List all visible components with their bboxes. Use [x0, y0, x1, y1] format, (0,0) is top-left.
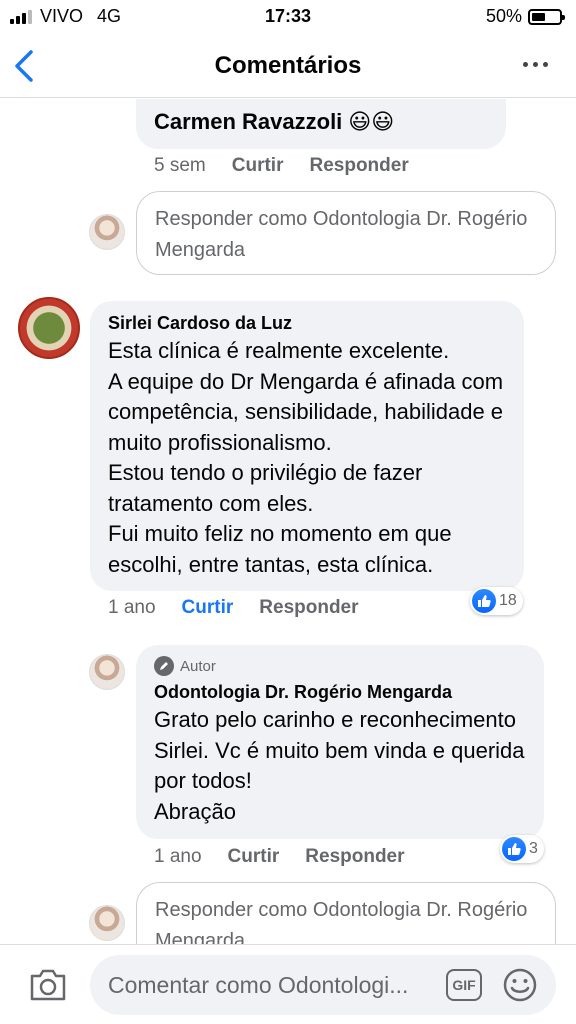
- comment-input[interactable]: Comentar como Odontologi... GIF: [90, 955, 556, 1015]
- commenter-name[interactable]: Odontologia Dr. Rogério Mengarda: [154, 682, 538, 703]
- reaction-count-badge[interactable]: 18: [470, 587, 523, 615]
- gif-icon[interactable]: GIF: [446, 969, 482, 1001]
- avatar[interactable]: [89, 214, 125, 250]
- comment-actions-carmen: 5 sem Curtir Responder: [154, 155, 409, 177]
- reaction-count: 3: [529, 840, 538, 857]
- comment-actions-sirlei: 1 ano Curtir Responder: [108, 597, 359, 619]
- reply-button[interactable]: Responder: [305, 846, 404, 868]
- smile-icon[interactable]: [502, 967, 538, 1003]
- thumbs-up-icon: [472, 589, 496, 613]
- pencil-icon: [154, 656, 174, 676]
- camera-icon[interactable]: [28, 967, 68, 1003]
- battery-icon: [528, 8, 565, 25]
- thumbs-up-icon: [502, 837, 526, 861]
- battery-percent: 50%: [485, 6, 522, 26]
- page-title: Comentários: [214, 52, 362, 79]
- reply-input[interactable]: Responder como Odontologia Dr. Rogério M…: [136, 191, 556, 275]
- comment-time: 1 ano: [108, 597, 156, 618]
- like-button[interactable]: Curtir: [182, 597, 234, 619]
- reply-input-placeholder: Responder como Odontologia Dr. Rogério M…: [155, 208, 528, 261]
- avatar[interactable]: [89, 654, 125, 690]
- avatar[interactable]: [89, 905, 125, 941]
- comment-input-placeholder: Comentar como Odontologi...: [108, 972, 409, 998]
- comment-text: Grato pelo carinho e reconhecimento Sirl…: [154, 707, 525, 824]
- header: Comentários: [0, 34, 576, 98]
- reply-button[interactable]: Responder: [259, 597, 358, 619]
- comment-composer: Comentar como Odontologi... GIF: [0, 944, 576, 1024]
- commenter-name[interactable]: Sirlei Cardoso da Luz: [108, 313, 518, 334]
- author-badge: Autor: [154, 656, 538, 676]
- status-right: 50%: [485, 6, 565, 27]
- reply-bubble-odonto: Autor Odontologia Dr. Rogério Mengarda G…: [136, 645, 544, 839]
- comment-bubble-carmen: Carmen Ravazzoli 😃😃: [136, 99, 506, 149]
- comment-text: Esta clínica é realmente excelente. A eq…: [108, 338, 504, 577]
- like-button[interactable]: Curtir: [228, 846, 280, 868]
- reply-input-placeholder: Responder como Odontologia Dr. Rogério M…: [155, 899, 528, 944]
- more-horizontal-icon[interactable]: [523, 62, 548, 67]
- reaction-count: 18: [499, 592, 517, 609]
- reaction-count-badge[interactable]: 3: [500, 835, 544, 863]
- like-button[interactable]: Curtir: [232, 155, 284, 177]
- reply-input[interactable]: Responder como Odontologia Dr. Rogério M…: [136, 882, 556, 944]
- status-bar: VIVO 4G 17:33 50%: [0, 0, 576, 34]
- comment-actions-odonto: 1 ano Curtir Responder: [154, 846, 405, 868]
- emoji-smile: 😃😃: [348, 109, 395, 134]
- avatar[interactable]: [18, 297, 80, 359]
- battery-fill: [532, 12, 545, 21]
- comment-time: 1 ano: [154, 846, 202, 867]
- commenter-name[interactable]: Carmen Ravazzoli: [154, 109, 342, 135]
- reply-button[interactable]: Responder: [309, 155, 408, 177]
- comment-bubble-sirlei: Sirlei Cardoso da Luz Esta clínica é rea…: [90, 301, 524, 591]
- author-label: Autor: [180, 657, 216, 675]
- comments-list: Carmen Ravazzoli 😃😃 5 sem Curtir Respond…: [0, 99, 576, 944]
- comment-time: 5 sem: [154, 155, 206, 176]
